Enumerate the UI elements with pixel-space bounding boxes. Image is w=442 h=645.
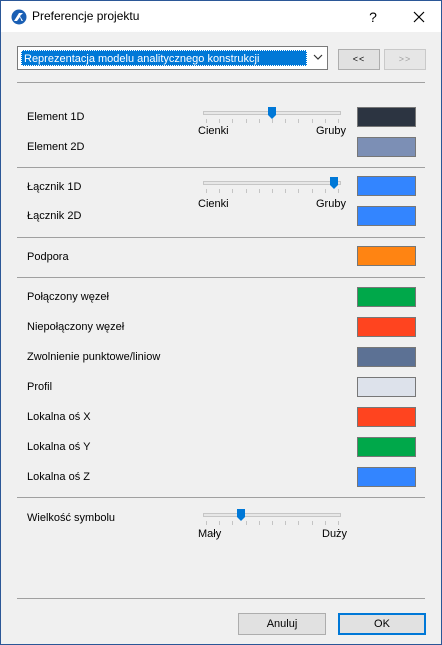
link-1d-label: Łącznik 1D [27,181,82,193]
cancel-button[interactable]: Anuluj [238,613,326,635]
connected-node-color-swatch[interactable] [357,287,416,307]
support-label: Podpora [27,251,69,263]
slider-tick [219,189,221,193]
slider-tick [298,119,300,123]
link-thickness-slider[interactable] [203,181,341,185]
element-2d-label: Element 2D [27,141,85,153]
profile-label: Profil [27,381,53,393]
separator [17,277,425,278]
release-color-swatch[interactable] [357,347,416,367]
slider-thumb[interactable] [237,509,245,521]
local-axis-z-label: Lokalna oś Z [27,471,90,483]
previous-button[interactable]: << [338,49,380,70]
slider-tick [298,521,300,525]
slider-tick [206,189,207,193]
slider-tick [272,189,273,193]
dialog-title: Preferencje projektu [32,9,140,23]
slider-tick [311,189,313,193]
next-button[interactable]: >> [384,49,426,70]
symbol-size-min-label: Mały [198,528,222,540]
element-thickness-max-label: Gruby [316,125,346,137]
support-color-swatch[interactable] [357,246,416,266]
slider-tick [324,521,326,525]
link-1d-color-swatch[interactable] [357,176,416,196]
local-axis-y-color-swatch[interactable] [357,437,416,457]
slider-tick [311,521,313,525]
slider-tick [285,119,287,123]
ok-button[interactable]: OK [338,613,426,635]
app-icon [11,9,27,25]
slider-tick [232,521,234,525]
help-button[interactable]: ? [359,5,387,29]
separator [17,237,425,238]
representation-dropdown-value: Reprezentacja modelu analitycznego konst… [21,50,307,66]
slider-tick [206,119,207,123]
symbol-size-label: Wielkość symbolu [27,512,116,524]
slider-tick [338,521,339,525]
slider-tick [258,119,260,123]
connected-node-label: Połączony węzeł [27,291,109,303]
slider-thumb[interactable] [330,177,338,189]
slider-tick [272,119,273,123]
slider-tick [285,189,287,193]
symbol-size-slider[interactable] [203,513,341,517]
element-1d-color-swatch[interactable] [357,107,416,127]
separator [17,598,425,599]
slider-tick [338,189,339,193]
link-thickness-max-label: Gruby [316,198,346,210]
symbol-size-max-label: Duży [322,528,348,540]
slider-tick [298,189,300,193]
slider-tick [245,521,247,525]
element-2d-color-swatch[interactable] [357,137,416,157]
slider-tick [258,521,260,525]
slider-tick [245,119,247,123]
slider-thumb[interactable] [268,107,276,119]
slider-tick [272,521,273,525]
slider-tick [324,119,326,123]
slider-tick [206,521,207,525]
unconnected-node-label: Niepołączony węzeł [27,321,125,333]
slider-tick [324,189,326,193]
slider-tick [219,521,221,525]
local-axis-z-color-swatch[interactable] [357,467,416,487]
slider-tick [245,189,247,193]
local-axis-y-label: Lokalna oś Y [27,441,91,453]
unconnected-node-color-swatch[interactable] [357,317,416,337]
separator [17,167,425,168]
chevron-down-icon [313,54,323,60]
title-bar: Preferencje projektu ? [1,1,441,32]
separator [17,82,425,83]
link-thickness-min-label: Cienki [198,198,229,210]
representation-dropdown[interactable]: Reprezentacja modelu analitycznego konst… [17,46,328,70]
close-icon [413,11,425,23]
slider-tick [232,189,234,193]
link-2d-color-swatch[interactable] [357,206,416,226]
local-axis-x-color-swatch[interactable] [357,407,416,427]
profile-color-swatch[interactable] [357,377,416,397]
local-axis-x-label: Lokalna oś X [27,411,91,423]
element-thickness-min-label: Cienki [198,125,229,137]
slider-tick [258,189,260,193]
close-button[interactable] [405,5,433,29]
element-1d-label: Element 1D [27,111,85,123]
slider-tick [338,119,339,123]
slider-tick [219,119,221,123]
slider-tick [285,521,287,525]
link-2d-label: Łącznik 2D [27,210,82,222]
slider-tick [232,119,234,123]
preferences-dialog: Preferencje projektu ? Reprezentacja mod… [0,0,442,645]
separator [17,497,425,498]
slider-tick [311,119,313,123]
release-label: Zwolnienie punktowe/liniow [27,351,161,363]
